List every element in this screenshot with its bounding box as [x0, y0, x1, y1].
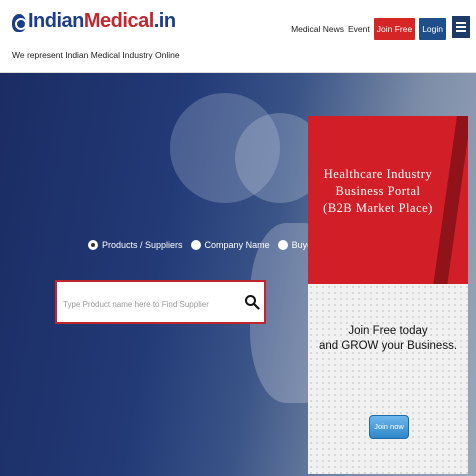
radio-label: Company Name	[204, 240, 270, 250]
join-now-button[interactable]: Join now	[369, 415, 409, 439]
promo-title: Healthcare Industry Business Portal (B2B…	[308, 166, 448, 217]
top-nav: Medical News Event Join Free Login	[291, 18, 446, 40]
logo-text: IndianMedical.in	[28, 10, 176, 33]
site-tagline: We represent Indian Medical Industry Onl…	[12, 50, 180, 60]
radio-company-name[interactable]: Company Name	[190, 240, 270, 250]
radio-products-suppliers[interactable]: Products / Suppliers	[88, 240, 183, 250]
logo-text-domain: .in	[153, 10, 176, 32]
nav-event[interactable]: Event	[348, 24, 370, 34]
hero-banner: Products / Suppliers Company Name Buyer …	[0, 73, 476, 476]
promo-title-line: Healthcare Industry	[323, 167, 433, 181]
radio-button[interactable]	[88, 240, 98, 250]
site-header: IndianMedical.in We represent Indian Med…	[0, 0, 476, 73]
radio-button[interactable]	[277, 240, 288, 250]
promo-join-line: Join Free today	[348, 325, 428, 337]
login-button[interactable]: Login	[419, 18, 446, 40]
search-type-options: Products / Suppliers Company Name Buyer	[88, 240, 315, 250]
search-input[interactable]	[61, 294, 245, 314]
promo-join-text: Join Free today and GROW your Business.	[308, 324, 468, 354]
join-free-button[interactable]: Join Free	[373, 18, 416, 40]
logo-icon	[12, 14, 27, 32]
search-icon[interactable]	[244, 294, 260, 310]
radio-label: Products / Suppliers	[102, 240, 183, 250]
promo-title-line: (B2B Market Place)	[323, 201, 433, 215]
radio-button[interactable]	[190, 240, 201, 250]
promo-header: Healthcare Industry Business Portal (B2B…	[308, 116, 468, 284]
promo-join-line: and GROW your Business.	[318, 340, 458, 352]
promo-title-line: Business Portal	[335, 184, 421, 198]
search-box	[55, 280, 266, 324]
menu-icon[interactable]	[452, 16, 470, 38]
nav-medical-news[interactable]: Medical News	[291, 24, 344, 34]
logo-text-indian: Indian	[28, 10, 84, 32]
promo-body: Join Free today and GROW your Business. …	[308, 284, 468, 474]
promo-banner[interactable]: Healthcare Industry Business Portal (B2B…	[308, 116, 468, 474]
logo-text-medical: Medical	[83, 10, 154, 32]
